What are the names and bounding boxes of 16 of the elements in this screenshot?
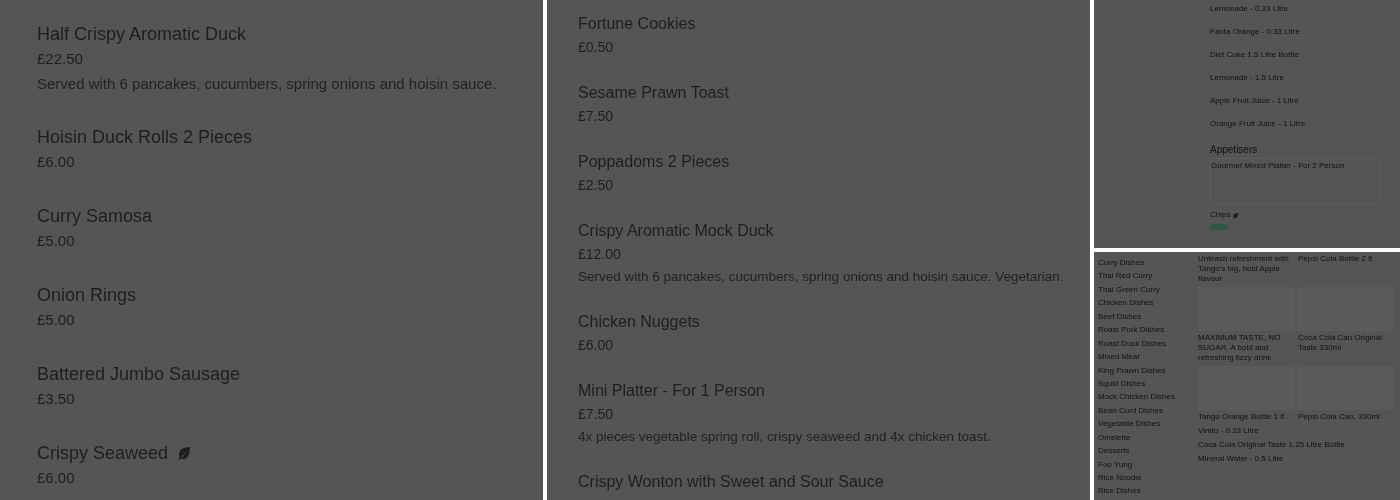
leaf-icon [176,445,193,461]
item-name[interactable]: Curry Samosa [37,204,153,228]
item-name[interactable]: Crispy Aromatic Mock Duck [578,220,774,242]
item-name[interactable]: Crispy Wonton with Sweet and Sour Sauce [578,471,884,493]
item-name[interactable]: Chicken Nuggets [578,311,700,333]
tag-pill [1210,224,1228,230]
item-name[interactable]: Battered Jumbo Sausage [37,362,241,386]
item-price: £12.00 [578,245,622,264]
item-name[interactable]: Crispy Seaweed [37,441,169,465]
item-name[interactable]: Sesame Prawn Toast [578,82,729,104]
item-name[interactable]: Onion Rings [37,283,137,307]
section-title: Appetisers [1210,144,1259,156]
item-price: £3.50 [37,389,76,409]
item-name[interactable]: Fortune Cookies [578,13,696,35]
category-link[interactable]: Omelette [1098,432,1198,447]
leaf-icon [1232,211,1240,219]
